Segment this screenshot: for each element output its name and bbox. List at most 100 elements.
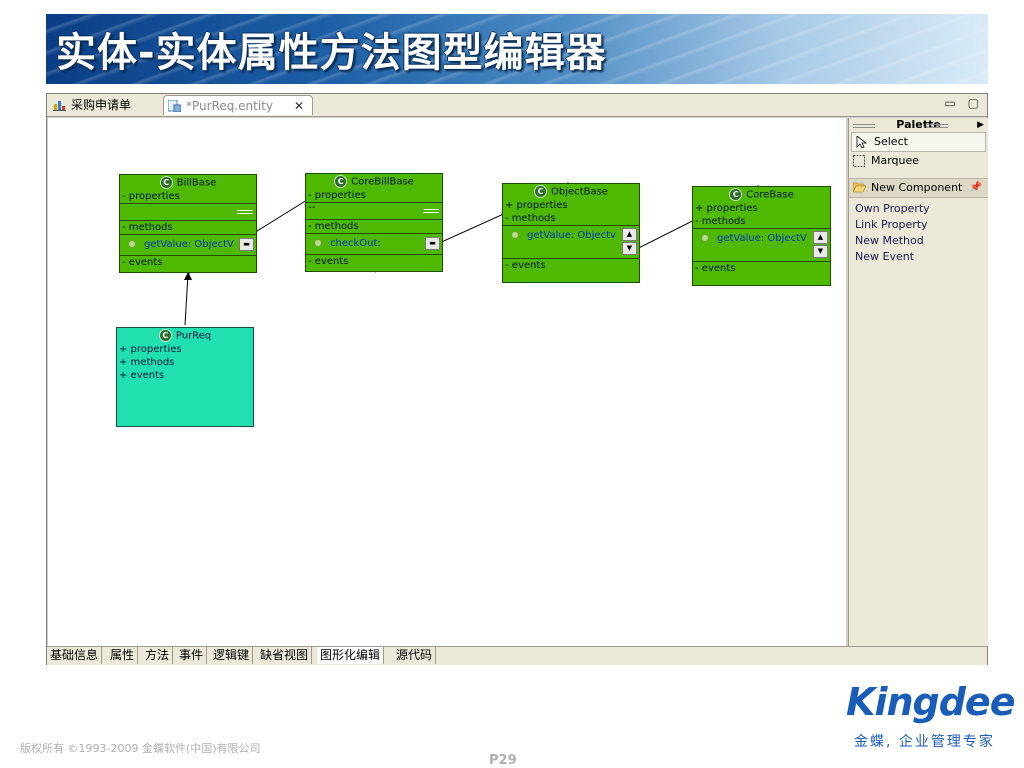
scroll-up-icon[interactable]: ▲	[622, 228, 637, 241]
entity-name: CoreBillBase	[351, 176, 414, 188]
entity-box-billbase[interactable]: C BillBase - properties - methods getValu…	[119, 174, 257, 273]
properties-compartment	[120, 203, 256, 220]
scroll-down-icon[interactable]: ▼	[622, 242, 637, 255]
entity-header: C ObjectBase	[503, 185, 639, 199]
bottom-tab-bar: 基础信息 属性 方法 事件 逻辑键 缺省视图 图形化编辑 源代码	[47, 646, 987, 665]
arrow-pointer-icon	[856, 136, 868, 148]
connector-arrowhead	[184, 272, 192, 280]
entity-name: BillBase	[176, 177, 217, 189]
properties-section[interactable]: + properties	[117, 343, 253, 356]
methods-section[interactable]: + methods	[117, 356, 253, 369]
methods-section[interactable]: - methods	[503, 212, 639, 225]
scroll-down-icon[interactable]: ▬	[425, 237, 440, 250]
pin-icon[interactable]: 📌	[970, 179, 982, 197]
diagram-canvas[interactable]: C BillBase - properties - methods getValu…	[48, 118, 846, 646]
company-slogan: 金蝶, 企业管理专家	[854, 734, 995, 750]
tab-logic-key[interactable]: 逻辑键	[210, 647, 254, 664]
palette-tool-select[interactable]: Select	[851, 132, 986, 152]
slide-title: 实体-实体属性方法图型编辑器	[56, 30, 607, 76]
scroll-down-icon[interactable]: ▼	[813, 245, 828, 258]
tab-purchase-request[interactable]: 采购申请单	[49, 95, 161, 115]
palette-tool-marquee[interactable]: Marquee	[849, 152, 988, 170]
drag-handle-icon	[853, 124, 875, 128]
method-dot-icon	[128, 240, 136, 248]
palette-header[interactable]: Palette ▶	[849, 118, 988, 132]
inheritance-connector	[184, 273, 189, 326]
tab-source-code[interactable]: 源代码	[393, 647, 437, 664]
collapse-handle-icon[interactable]	[423, 209, 439, 213]
palette-menu-arrow-icon[interactable]: ▶	[977, 118, 984, 132]
entity-editor-window: 采购申请单 *PurReq.entity ✕ ▭ ▢ CBillBase -	[46, 93, 988, 665]
properties-section[interactable]: + properties	[693, 202, 830, 215]
tab-basic-info[interactable]: 基础信息	[47, 647, 103, 664]
tab-events[interactable]: 事件	[176, 647, 208, 664]
class-icon: C	[534, 185, 548, 198]
class-icon: C	[729, 188, 743, 201]
tab-label: *PurReq.entity	[186, 99, 274, 113]
events-section[interactable]: - events	[306, 254, 442, 268]
method-dot-icon	[511, 231, 519, 239]
palette-group-label: New Component	[871, 181, 963, 194]
collapse-handle-icon[interactable]	[237, 210, 253, 214]
class-icon: C	[158, 329, 172, 342]
marquee-icon	[853, 155, 865, 167]
method-label: getValue: ObjectV	[717, 233, 807, 244]
events-section[interactable]: - events	[693, 261, 830, 275]
properties-section[interactable]: - properties	[306, 189, 442, 202]
method-label: getValue: ObjectV	[144, 239, 234, 250]
component-new-method[interactable]: New Method	[849, 233, 988, 249]
component-own-property[interactable]: Own Property	[849, 201, 988, 217]
method-item[interactable]: getValue: ObjectV ▬	[120, 234, 256, 255]
method-item[interactable]: checkOut: ▬	[306, 233, 442, 254]
entity-box-corebase[interactable]: C CoreBase + properties - methods getValu…	[692, 186, 831, 286]
palette-panel: Palette ▶ Select Marquee New Component 📌	[848, 118, 988, 646]
entity-name: ObjectBase	[551, 186, 608, 198]
tab-graphical-edit[interactable]: 图形化编辑	[317, 647, 385, 664]
method-label: checkOut:	[330, 238, 381, 249]
entity-name: CoreBase	[746, 189, 794, 201]
methods-section[interactable]: - methods	[120, 220, 256, 234]
title-banner: 实体-实体属性方法图型编辑器	[46, 14, 988, 84]
tab-purreq-entity[interactable]: *PurReq.entity ✕	[163, 95, 313, 115]
methods-section[interactable]: - methods	[693, 215, 830, 228]
properties-compartment: --	[306, 202, 442, 219]
tab-default-view[interactable]: 缺省视图	[257, 647, 313, 664]
entity-header: C CoreBase	[693, 188, 830, 202]
tab-label: 采购申请单	[71, 98, 132, 112]
events-section[interactable]: - events	[503, 258, 639, 272]
close-icon[interactable]: ✕	[294, 96, 304, 116]
copyright-text: 版权所有 ©1993-2009 金蝶软件(中国)有限公司	[20, 742, 261, 755]
method-dot-icon	[701, 234, 709, 242]
editor-tab-bar: 采购申请单 *PurReq.entity ✕ ▭ ▢	[47, 94, 987, 117]
method-dot-icon	[314, 239, 322, 247]
class-icon: C	[159, 176, 173, 189]
entity-name: PurReq	[175, 330, 212, 342]
palette-group-new-component[interactable]: New Component 📌	[849, 178, 988, 198]
page-number: P29	[489, 753, 517, 768]
property-placeholder: --	[308, 202, 316, 213]
chart-icon	[53, 101, 66, 111]
window-controls[interactable]: ▭ ▢	[945, 96, 984, 110]
component-new-event[interactable]: New Event	[849, 249, 988, 265]
properties-section[interactable]: - properties	[120, 190, 256, 203]
entity-file-icon	[168, 100, 181, 112]
scroll-down-icon[interactable]: ▬	[239, 238, 254, 251]
methods-section[interactable]: - methods	[306, 219, 442, 233]
method-item[interactable]: getValue: Objectv ▲ ▼	[503, 225, 639, 258]
properties-section[interactable]: + properties	[503, 199, 639, 212]
component-link-property[interactable]: Link Property	[849, 217, 988, 233]
folder-open-icon	[853, 182, 866, 193]
tab-properties[interactable]: 属性	[107, 647, 139, 664]
events-section[interactable]: - events	[120, 255, 256, 269]
class-icon: C	[334, 175, 348, 188]
component-list: Own Property Link Property New Method Ne…	[849, 201, 988, 265]
entity-box-purreq[interactable]: C PurReq + properties + methods + events	[116, 327, 254, 427]
events-section[interactable]: + events	[117, 369, 253, 382]
entity-box-corebillbase[interactable]: C CoreBillBase - properties -- - methods …	[305, 173, 443, 272]
palette-tool-label: Marquee	[871, 154, 920, 167]
entity-header: C BillBase	[120, 176, 256, 190]
scroll-up-icon[interactable]: ▲	[813, 231, 828, 244]
entity-box-objectbase[interactable]: C ObjectBase + properties - methods getVa…	[502, 183, 640, 283]
tab-methods[interactable]: 方法	[142, 647, 174, 664]
method-item[interactable]: getValue: ObjectV ▲ ▼	[693, 228, 830, 261]
